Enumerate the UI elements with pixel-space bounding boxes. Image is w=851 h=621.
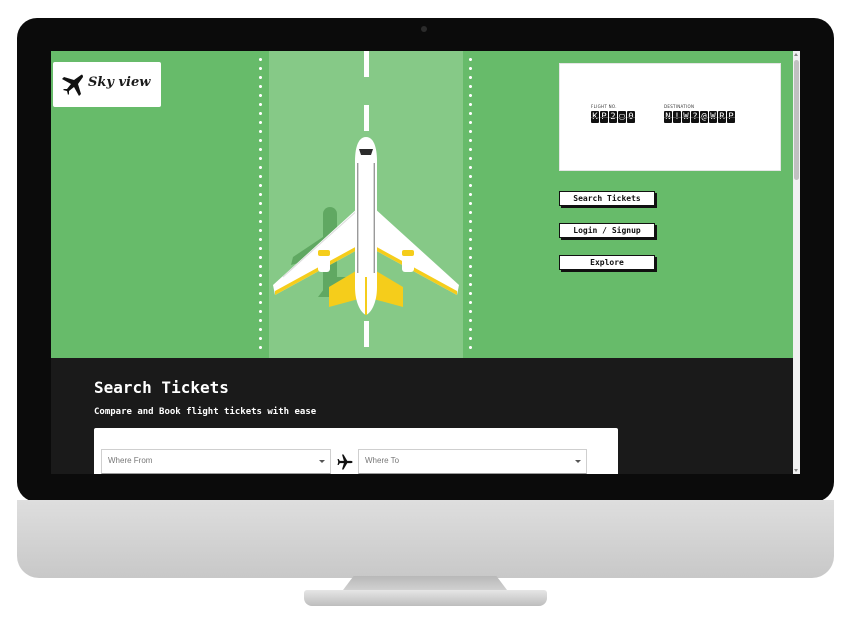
destination-tile: ! — [673, 111, 681, 123]
monitor-stand-foot — [304, 590, 547, 606]
hero-section: Sky view FLIGHT NO. K P 2 ▢ 0 DESTINATIO… — [51, 51, 793, 358]
flight-number-tiles: K P 2 ▢ 0 — [591, 111, 635, 123]
destination-tile: P — [727, 111, 735, 123]
camera-icon — [421, 26, 427, 32]
flight-number-label: FLIGHT NO. — [591, 104, 617, 109]
search-section: Search Tickets Compare and Book flight t… — [51, 358, 793, 474]
browser-viewport: Sky view FLIGHT NO. K P 2 ▢ 0 DESTINATIO… — [51, 51, 800, 474]
search-title: Search Tickets — [94, 378, 229, 397]
destination-tile: ? — [691, 111, 699, 123]
where-to-select[interactable]: Where To — [358, 449, 587, 474]
airplane-icon — [62, 74, 83, 96]
flight-number-tile: 0 — [627, 111, 635, 123]
destination-tiles: N ! W ? @ W R P — [664, 111, 735, 123]
brand-name: Sky view — [88, 75, 151, 90]
destination-tile: W — [682, 111, 690, 123]
search-form: Where From Where To — [94, 428, 618, 474]
search-subtitle: Compare and Book flight tickets with eas… — [94, 407, 317, 417]
flight-number-tile: ▢ — [618, 111, 626, 123]
scrollbar-thumb[interactable] — [794, 60, 799, 180]
runway-lights-left — [259, 55, 262, 355]
where-to-placeholder: Where To — [365, 456, 400, 465]
chevron-down-icon — [319, 460, 325, 463]
airplane-icon[interactable] — [336, 453, 354, 471]
destination-tile: R — [718, 111, 726, 123]
destination-tile: N — [664, 111, 672, 123]
scroll-up-icon[interactable] — [794, 53, 798, 56]
destination-tile: @ — [700, 111, 708, 123]
explore-button[interactable]: Explore — [559, 255, 655, 270]
where-from-placeholder: Where From — [108, 456, 153, 465]
page-scrollbar[interactable] — [793, 51, 800, 474]
flight-number-tile: P — [600, 111, 608, 123]
runway-lights-right — [469, 55, 472, 355]
scroll-down-icon[interactable] — [794, 469, 798, 472]
monitor-chin — [17, 500, 834, 578]
airplane-illustration — [273, 137, 459, 315]
brand-logo[interactable]: Sky view — [53, 62, 161, 107]
flight-board: FLIGHT NO. K P 2 ▢ 0 DESTINATION N ! W ?… — [559, 63, 781, 171]
flight-number-tile: 2 — [609, 111, 617, 123]
destination-label: DESTINATION — [664, 104, 695, 109]
flight-number-tile: K — [591, 111, 599, 123]
login-signup-button[interactable]: Login / Signup — [559, 223, 655, 238]
where-from-select[interactable]: Where From — [101, 449, 331, 474]
search-tickets-button[interactable]: Search Tickets — [559, 191, 655, 206]
chevron-down-icon — [575, 460, 581, 463]
destination-tile: W — [709, 111, 717, 123]
